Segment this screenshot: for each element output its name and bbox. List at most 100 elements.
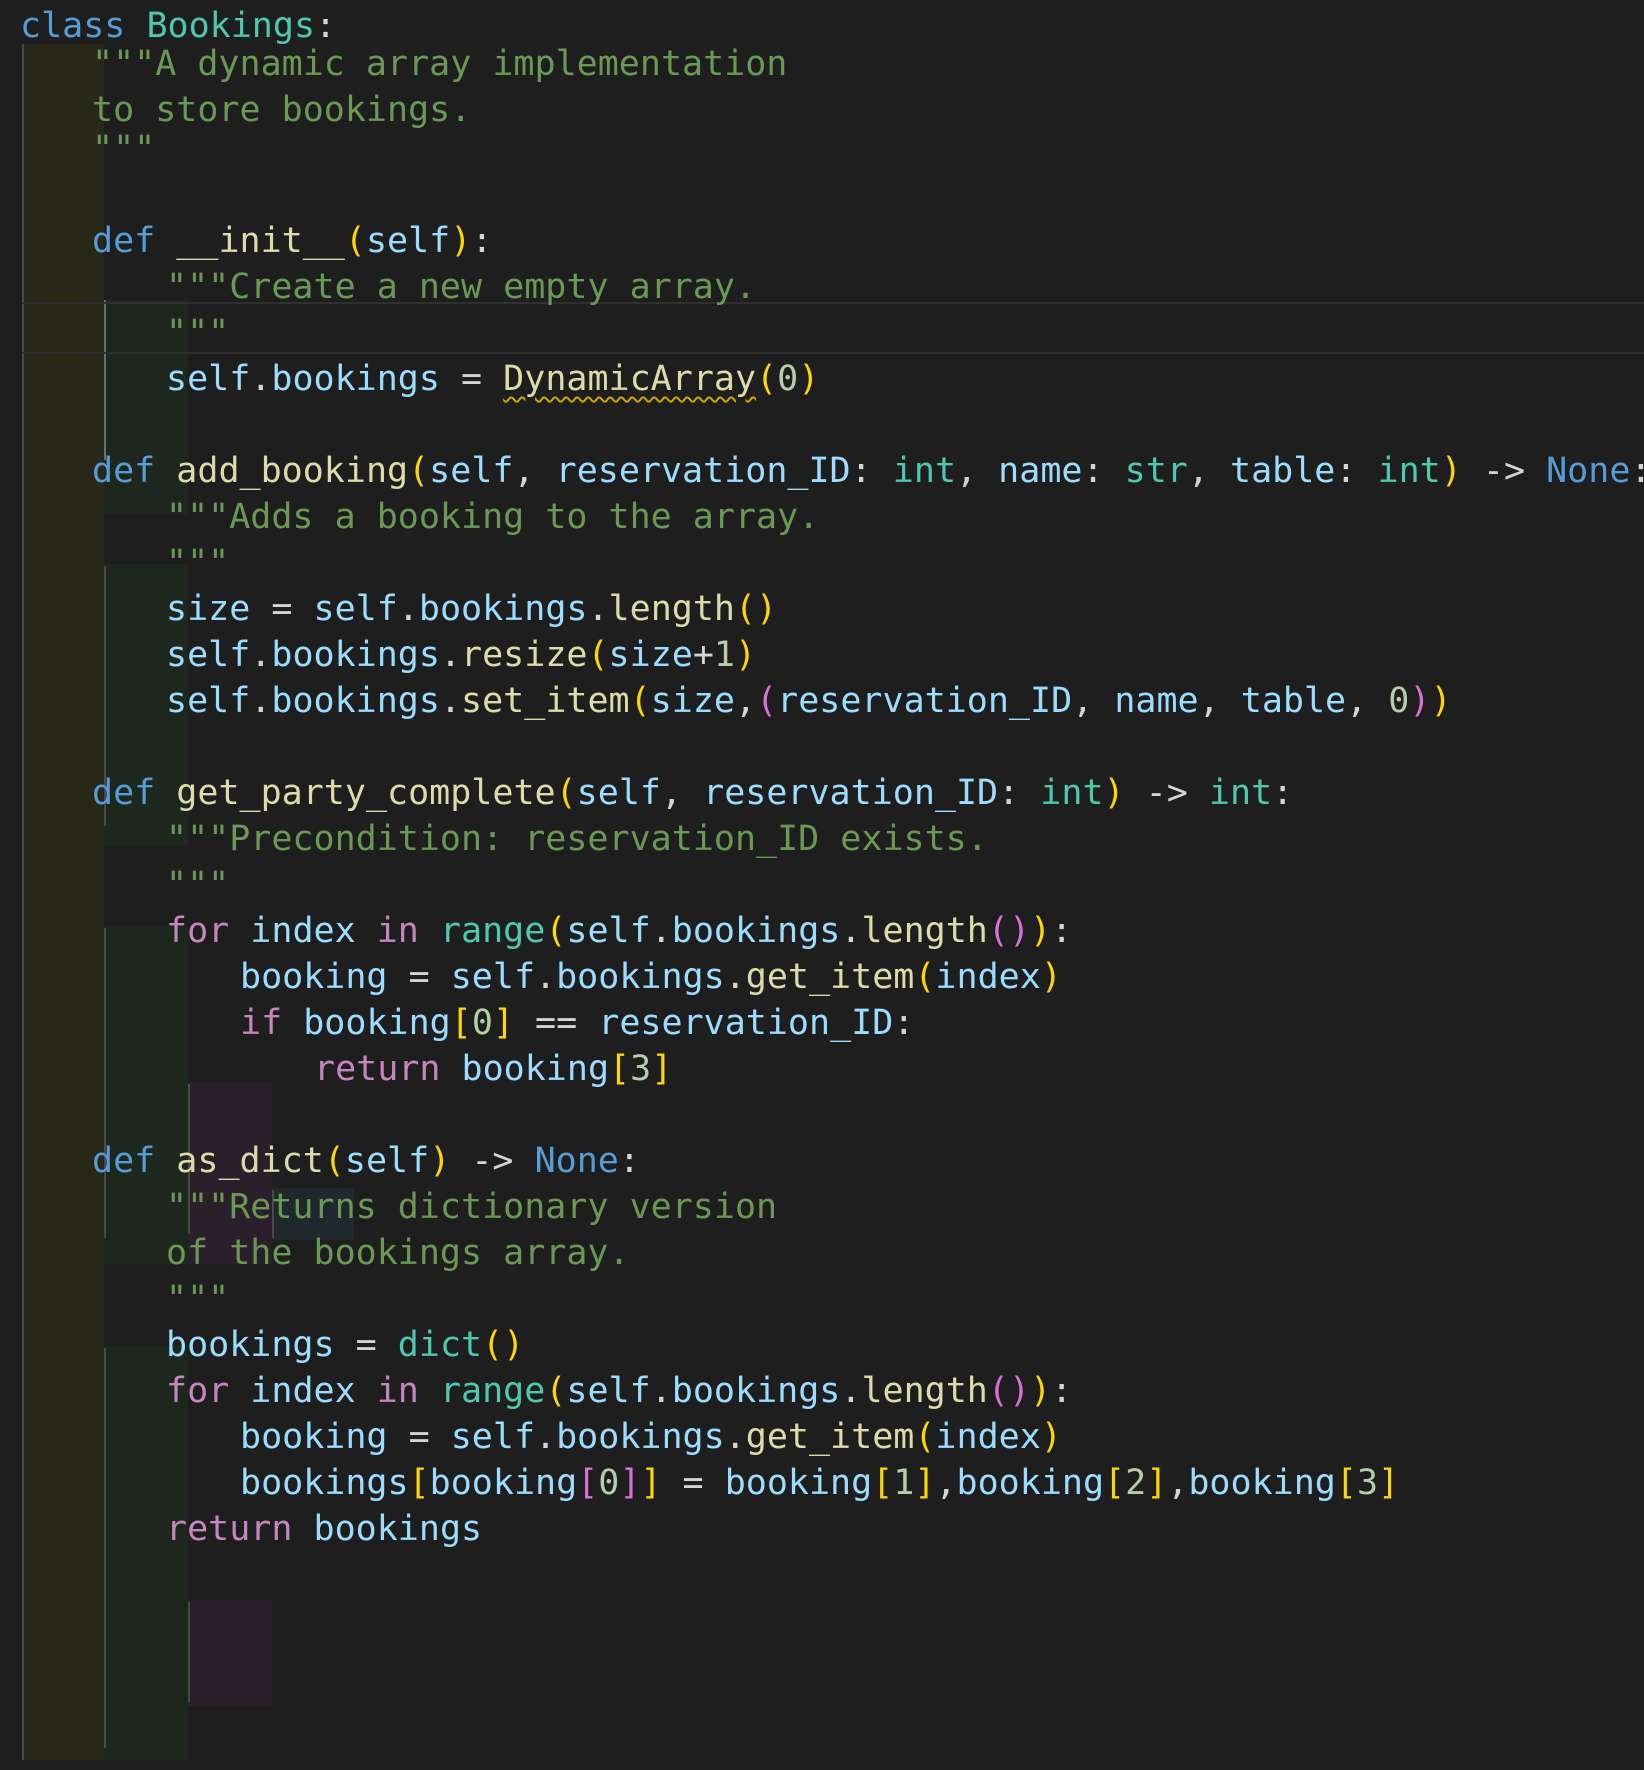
docstring-token: """Adds a booking to the array. xyxy=(166,497,820,537)
type-token: str xyxy=(1124,451,1188,491)
variable-token: booking xyxy=(956,1463,1105,1503)
bracket-token: ) xyxy=(1103,773,1125,813)
variable-token: bookings xyxy=(271,635,440,675)
code-line[interactable]: """Precondition: reservation_ID exists. xyxy=(166,813,988,865)
variable-token: booking xyxy=(303,1003,451,1043)
punctuation-token: , xyxy=(1167,1463,1189,1503)
code-line[interactable]: def get_party_complete(self, reservation… xyxy=(92,767,1293,819)
docstring-token: """Create a new empty array. xyxy=(166,267,757,307)
variable-token: name xyxy=(998,451,1083,491)
function-token: add_booking xyxy=(176,451,409,491)
code-line[interactable]: """ xyxy=(166,307,229,359)
function-token: length xyxy=(608,589,735,629)
docstring-token: """ xyxy=(166,865,230,905)
control-keyword-token: for xyxy=(166,911,230,951)
docstring-token: """ xyxy=(92,129,156,169)
code-line[interactable]: if booking[0] == reservation_ID: xyxy=(240,997,914,1049)
punctuation-token: , xyxy=(660,773,704,813)
code-line[interactable]: """ xyxy=(166,537,229,589)
docstring-token: """Precondition: reservation_ID exists. xyxy=(166,819,988,859)
control-keyword-token: if xyxy=(240,1003,283,1043)
punctuation-token: . xyxy=(724,957,746,997)
punctuation-token xyxy=(155,773,176,813)
bracket-token: ) xyxy=(429,1141,451,1181)
code-line[interactable]: """ xyxy=(92,123,155,175)
punctuation-token: , xyxy=(1346,681,1389,721)
variable-token: booking xyxy=(1188,1463,1336,1503)
variable-token: table xyxy=(1230,451,1336,491)
punctuation-token xyxy=(356,1371,377,1411)
code-editor[interactable]: class Bookings: """A dynamic array implem… xyxy=(0,0,1644,1770)
bracket-token: [ xyxy=(577,1463,599,1503)
punctuation-token: = xyxy=(387,1417,451,1457)
code-line[interactable]: """ xyxy=(166,859,229,911)
keyword-token: None xyxy=(534,1141,619,1181)
code-line[interactable]: for index in range(self.bookings.length(… xyxy=(166,905,1072,957)
function-token: __init__ xyxy=(176,221,345,261)
punctuation-token xyxy=(229,911,250,951)
code-line[interactable]: self.bookings.set_item(size,(reservation… xyxy=(166,675,1452,727)
code-line[interactable]: """Create a new empty array. xyxy=(166,261,756,313)
punctuation-token xyxy=(419,911,440,951)
indent-band-level-3 xyxy=(188,1600,272,1706)
function-token: get_item xyxy=(745,1417,915,1457)
bracket-token: ) xyxy=(1440,451,1462,491)
punctuation-token: , xyxy=(1198,681,1241,721)
control-keyword-token: for xyxy=(166,1371,230,1411)
bracket-token: () xyxy=(987,1371,1031,1411)
code-line[interactable]: bookings = dict() xyxy=(166,1319,524,1371)
code-line[interactable]: of the bookings array. xyxy=(166,1227,630,1279)
type-token: dict xyxy=(397,1325,483,1365)
punctuation-token: . xyxy=(250,359,272,399)
variable-token: table xyxy=(1240,681,1347,721)
code-line[interactable]: return booking[3] xyxy=(314,1043,672,1095)
punctuation-token: . xyxy=(840,1371,862,1411)
variable-token: self xyxy=(566,1371,651,1411)
bracket-token: ( xyxy=(756,359,778,399)
bracket-token: ( xyxy=(914,957,936,997)
punctuation-token: . xyxy=(650,1371,672,1411)
type-token: int xyxy=(1040,773,1104,813)
variable-token: reservation_ID xyxy=(703,773,999,813)
variable-token: self xyxy=(313,589,398,629)
function-token: length xyxy=(861,1371,988,1411)
code-line[interactable]: def add_booking(self, reservation_ID: in… xyxy=(92,445,1644,497)
punctuation-token xyxy=(155,1141,176,1181)
number-token: 2 xyxy=(1125,1463,1147,1503)
bracket-token: ] xyxy=(492,1003,514,1043)
variable-token: bookings xyxy=(671,911,841,951)
bracket-token: ( xyxy=(545,1371,567,1411)
keyword-token: def xyxy=(92,1141,156,1181)
code-line[interactable]: """Adds a booking to the array. xyxy=(166,491,819,543)
variable-token: bookings xyxy=(556,957,725,997)
indent-guide xyxy=(188,1602,190,1702)
bracket-token: ( xyxy=(587,635,609,675)
code-line[interactable]: for index in range(self.bookings.length(… xyxy=(166,1365,1072,1417)
code-line[interactable]: """ xyxy=(166,1273,229,1325)
punctuation-token: : xyxy=(998,773,1041,813)
punctuation-token: . xyxy=(587,589,609,629)
variable-token: self xyxy=(450,1417,536,1457)
code-line[interactable]: return bookings xyxy=(166,1503,482,1555)
code-line[interactable]: bookings[booking[0]] = booking[1],bookin… xyxy=(240,1457,1399,1509)
code-line[interactable]: size = self.bookings.length() xyxy=(166,583,777,635)
code-line[interactable]: booking = self.bookings.get_item(index) xyxy=(240,951,1062,1003)
function-token: set_item xyxy=(461,681,630,721)
code-line[interactable]: booking = self.bookings.get_item(index) xyxy=(240,1411,1062,1463)
docstring-token: """ xyxy=(166,543,230,583)
punctuation-token xyxy=(419,1371,440,1411)
code-line[interactable]: def as_dict(self) -> None: xyxy=(92,1135,640,1187)
variable-token: index xyxy=(935,957,1041,997)
bracket-token: () xyxy=(987,911,1031,951)
code-line[interactable]: self.bookings.resize(size+1) xyxy=(166,629,756,681)
code-line[interactable]: """Returns dictionary version xyxy=(166,1181,777,1233)
punctuation-token: : xyxy=(1630,451,1644,491)
punctuation-token: : xyxy=(618,1141,640,1181)
code-line[interactable]: self.bookings = DynamicArray(0) xyxy=(166,353,819,405)
code-line[interactable]: def __init__(self): xyxy=(92,215,492,267)
punctuation-token: . xyxy=(535,1417,557,1457)
punctuation-token: . xyxy=(840,911,862,951)
bracket-token: [ xyxy=(609,1049,631,1089)
code-line[interactable]: """A dynamic array implementation xyxy=(92,38,787,90)
punctuation-token: : xyxy=(893,1003,915,1043)
